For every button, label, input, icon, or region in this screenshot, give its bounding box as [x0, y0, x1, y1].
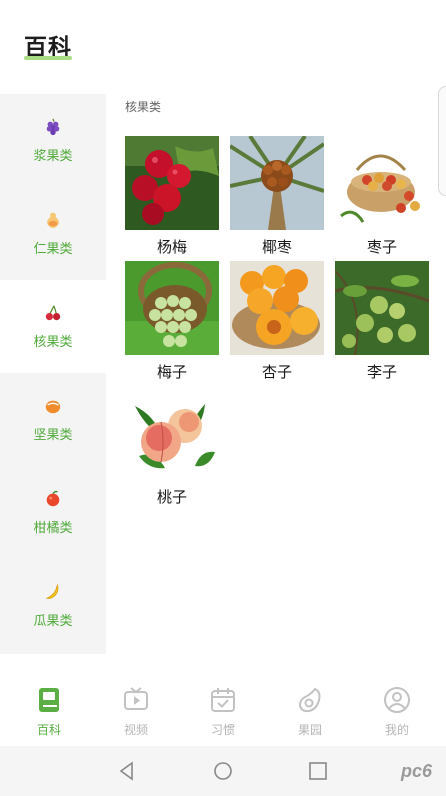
category-sidebar: 浆果类 仁果类 核果类 坚果类 柑橘类 瓜果类: [0, 94, 106, 654]
tab-label: 果园: [297, 723, 322, 737]
fruit-card-plum[interactable]: 李子: [335, 261, 429, 382]
sidebar-item-label: 瓜果类: [33, 613, 73, 629]
nut-icon: [45, 400, 61, 413]
fruit-name: 杏子: [261, 363, 292, 381]
cherry-icon: [45, 305, 61, 320]
plum-photo: [335, 261, 429, 355]
orange-icon: [46, 490, 60, 506]
tab-label: 视频: [123, 723, 148, 737]
back-icon[interactable]: [116, 760, 138, 782]
system-nav-bar: pc6: [0, 746, 446, 796]
home-icon[interactable]: [212, 760, 234, 782]
watermark: pc6: [400, 761, 432, 781]
header: 百科: [0, 0, 446, 82]
video-icon: [124, 687, 148, 710]
sidebar-item-nuts[interactable]: 坚果类: [0, 373, 106, 466]
title-underline: [24, 56, 72, 60]
tab-orchard[interactable]: 果园: [280, 686, 340, 742]
fruit-card-apricot[interactable]: 杏子: [230, 261, 324, 382]
calendar-check-icon: [211, 688, 235, 712]
book-icon: [39, 688, 59, 712]
banana-icon: [45, 583, 59, 599]
sidebar-item-label: 柑橘类: [33, 520, 73, 536]
sidebar-item-label: 浆果类: [33, 148, 73, 164]
jujube-photo: [335, 136, 429, 230]
fruit-name: 枣子: [366, 238, 397, 256]
fruit-name: 杨梅: [156, 238, 187, 256]
date-palm-photo: [230, 136, 324, 230]
apricot-photo: [230, 261, 324, 355]
fruit-name: 椰枣: [261, 238, 292, 256]
tab-label: 我的: [384, 723, 409, 737]
fruit-grid-panel: 核果类 杨梅 椰枣 枣子 梅子 杏子 李子 桃子: [106, 82, 446, 660]
section-title: 核果类: [125, 100, 162, 114]
user-icon: [384, 687, 410, 713]
recents-icon[interactable]: [307, 760, 329, 782]
grape-icon: [46, 118, 60, 135]
fruit-card-date-palm[interactable]: 椰枣: [230, 136, 324, 257]
sidebar-item-label: 坚果类: [33, 427, 73, 443]
tab-mine[interactable]: 我的: [367, 686, 427, 742]
sidebar-item-label: 核果类: [33, 334, 73, 350]
tab-label: 习惯: [210, 723, 235, 737]
avocado-icon: [298, 687, 321, 713]
fruit-card-bayberry[interactable]: 杨梅: [125, 136, 219, 257]
tab-habits[interactable]: 习惯: [193, 686, 253, 742]
tab-label: 百科: [36, 723, 61, 737]
sidebar-item-drupe[interactable]: 核果类: [0, 280, 106, 373]
fruit-name: 李子: [366, 363, 397, 381]
green-plum-photo: [125, 261, 219, 355]
tab-video[interactable]: 视频: [106, 686, 166, 742]
tab-encyclopedia[interactable]: 百科: [19, 686, 79, 742]
bayberry-photo: [125, 136, 219, 230]
sidebar-item-melons[interactable]: 瓜果类: [0, 559, 106, 652]
fruit-card-jujube[interactable]: 枣子: [335, 136, 429, 257]
pear-icon: [47, 212, 59, 228]
sidebar-item-label: 仁果类: [33, 241, 73, 257]
sidebar-item-pome[interactable]: 仁果类: [0, 187, 106, 280]
peach-photo: [125, 386, 219, 480]
fruit-card-peach[interactable]: 桃子: [125, 386, 219, 507]
fruit-name: 梅子: [156, 363, 187, 381]
sidebar-item-citrus[interactable]: 柑橘类: [0, 466, 106, 559]
bottom-tab-bar: 百科 视频 习惯 果园 我的: [0, 680, 446, 746]
fruit-name: 桃子: [156, 488, 187, 506]
sidebar-item-berries[interactable]: 浆果类: [0, 94, 106, 187]
fruit-card-green-plum[interactable]: 梅子: [125, 261, 219, 382]
